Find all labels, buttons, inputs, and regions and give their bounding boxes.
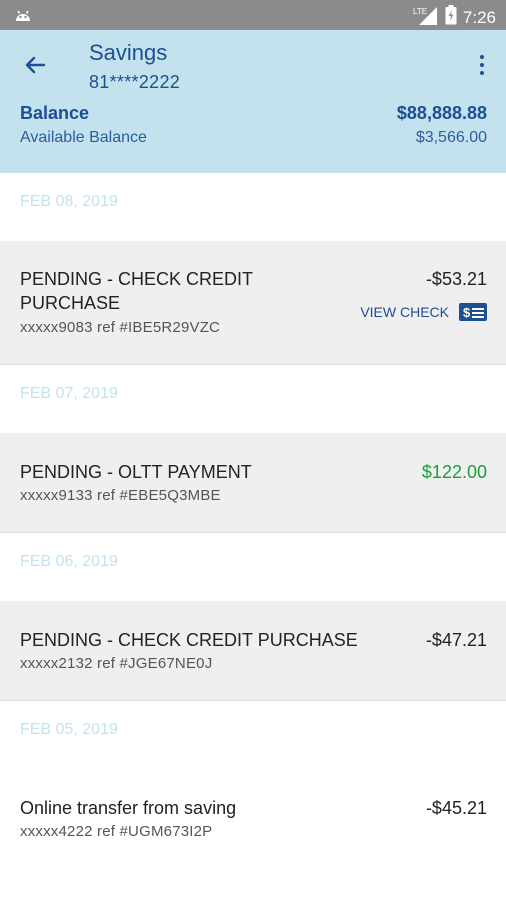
status-bar: LTE 7:26 xyxy=(0,0,506,30)
date-header: FEB 07, 2019 xyxy=(0,365,506,433)
transaction-ref: xxxxx2132 ref #JGE67NE0J xyxy=(20,655,213,672)
transaction-row[interactable]: PENDING - OLTT PAYMENT xxxxx9133 ref #EB… xyxy=(0,433,506,533)
transaction-row[interactable]: PENDING - CHECK CREDIT PURCHASE xxxxx213… xyxy=(0,601,506,701)
overflow-menu-button[interactable] xyxy=(474,50,490,80)
transaction-description: PENDING - OLTT PAYMENT xyxy=(20,462,252,482)
date-header: FEB 08, 2019 xyxy=(0,173,506,241)
transaction-description: PENDING - CHECK CREDIT PURCHASE xyxy=(20,630,358,650)
check-image-icon: $ xyxy=(459,303,487,321)
transaction-amount: $122.00 xyxy=(421,462,487,482)
date-header: FEB 06, 2019 xyxy=(0,533,506,601)
svg-text:LTE: LTE xyxy=(413,7,427,16)
view-check-label: VIEW CHECK xyxy=(360,304,449,320)
transaction-ref: xxxxx4222 ref #UGM673I2P xyxy=(20,823,213,840)
back-button[interactable] xyxy=(20,50,50,80)
transaction-ref: xxxxx9083 ref #IBE5R29VZC xyxy=(20,319,221,336)
balance-label: Balance xyxy=(20,103,90,123)
account-header: Savings 81****2222 Balance $88,888.88 Av… xyxy=(0,30,506,173)
arrow-left-icon xyxy=(25,56,46,74)
transaction-amount: -$53.21 xyxy=(425,269,487,289)
transaction-list: FEB 08, 2019 PENDING - CHECK CREDIT PURC… xyxy=(0,173,506,869)
transaction-amount: -$47.21 xyxy=(425,630,487,650)
svg-text:$: $ xyxy=(463,305,471,320)
available-balance-label: Available Balance xyxy=(20,129,147,146)
account-number: 81****2222 xyxy=(89,72,181,92)
transaction-ref: xxxxx9133 ref #EBE5Q3MBE xyxy=(20,487,221,504)
transaction-amount: -$45.21 xyxy=(425,798,487,818)
transaction-row[interactable]: Online transfer from saving xxxxx4222 re… xyxy=(0,769,506,869)
android-icon xyxy=(14,7,32,28)
view-check-link[interactable]: VIEW CHECK $ xyxy=(360,303,487,321)
battery-icon xyxy=(445,5,457,30)
transaction-description: Online transfer from saving xyxy=(20,798,237,818)
page-title: Savings xyxy=(89,40,168,65)
lte-signal-icon: LTE xyxy=(413,5,439,30)
more-vert-icon xyxy=(480,55,484,59)
balance-value: $88,888.88 xyxy=(396,103,487,123)
transaction-row[interactable]: PENDING - CHECK CREDIT PURCHASE xxxxx908… xyxy=(0,241,506,365)
transaction-description: PENDING - CHECK CREDIT PURCHASE xyxy=(20,269,253,313)
clock: 7:26 xyxy=(462,7,496,27)
available-balance-value: $3,566.00 xyxy=(415,129,487,146)
date-header: FEB 05, 2019 xyxy=(0,701,506,769)
